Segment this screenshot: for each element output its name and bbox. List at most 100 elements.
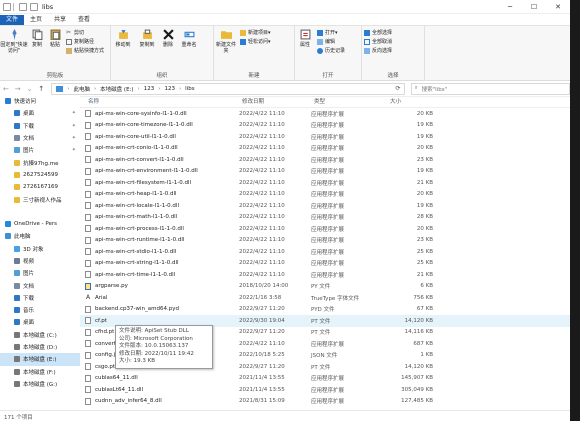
file-size: 23 KB — [416, 237, 433, 244]
file-row[interactable]: api-ms-win-crt-locale-l1-1-0.dll 2022/4/2… — [80, 200, 570, 212]
up-button[interactable]: ↑ — [35, 85, 47, 93]
sidebar-item[interactable]: 桌面 — [0, 316, 80, 328]
paste-shortcut-button[interactable]: 粘贴快捷方式 — [66, 47, 104, 54]
file-row[interactable]: cudnn_adv_infer64_8.dll 2021/8/31 15:09 应用… — [80, 396, 570, 408]
select-none-button[interactable]: 全部取消 — [364, 38, 392, 45]
sidebar-item[interactable]: 本地磁盘 (E:) — [0, 353, 80, 366]
forward-button[interactable]: → — [12, 85, 24, 93]
column-header-type[interactable]: 类型 — [312, 97, 384, 105]
star-icon — [5, 98, 11, 105]
column-header-date[interactable]: 修改日期 — [240, 97, 312, 105]
file-type: 应用程序扩展 — [311, 261, 345, 268]
sidebar-item[interactable]: 文档 — [0, 279, 80, 291]
breadcrumb-this-pc[interactable]: 此电脑 — [73, 85, 90, 93]
file-row[interactable]: api-ms-win-crt-process-l1-1-0.dll 2022/4/… — [80, 223, 570, 235]
breadcrumb-123[interactable]: 123 — [144, 86, 155, 92]
sidebar-item[interactable]: 快速访问 — [0, 95, 80, 107]
sidebar-item[interactable]: 文档 ✦ — [0, 132, 80, 144]
file-row[interactable]: api-ms-win-crt-math-l1-1-0.dll 2022/4/22 … — [80, 212, 570, 224]
back-button[interactable]: ← — [0, 85, 12, 93]
sidebar-item[interactable]: 2627524599 — [0, 169, 80, 181]
file-row[interactable]: api-ms-win-crt-stdio-l1-1-0.dll 2022/4/22… — [80, 246, 570, 258]
sidebar-item[interactable]: 本地磁盘 (F:) — [0, 366, 80, 378]
breadcrumb-drive-e[interactable]: 本地磁盘 (E:) — [100, 85, 133, 93]
minimize-button[interactable]: ─ — [498, 3, 522, 11]
file-name: api-ms-win-crt-stdio-l1-1-0.dll — [95, 248, 177, 255]
file-name-cell: cudnn_adv_infer64_8.dll — [80, 397, 237, 405]
file-row[interactable]: cublasLt64_11.dll 2021/11/4 13:55 应用程序扩展 30… — [80, 384, 570, 396]
file-row[interactable]: api-ms-win-core-util-l1-1-0.dll 2022/4/22… — [80, 131, 570, 143]
refresh-icon[interactable]: ⟳ — [396, 85, 401, 92]
file-row[interactable]: api-ms-win-crt-convert-l1-1-0.dll 2022/4/… — [80, 154, 570, 166]
new-folder-icon[interactable] — [30, 2, 38, 11]
sidebar-item[interactable]: 图片 — [0, 267, 80, 279]
sidebar-item[interactable]: 本地磁盘 (C:) — [0, 329, 80, 341]
file-row[interactable]: api-ms-win-crt-filesystem-l1-1-0.dll 2022… — [80, 177, 570, 189]
breadcrumb-123-sub[interactable]: 123 — [164, 86, 175, 92]
file-name: api-ms-win-crt-environment-l1-1-0.dll — [95, 168, 198, 175]
file-row[interactable]: api-ms-win-core-sysinfo-l1-1-0.dll 2022/4… — [80, 108, 570, 120]
edit-button[interactable]: 编辑 — [317, 38, 345, 45]
history-button[interactable]: 历史记录 — [317, 47, 345, 54]
file-name: api-ms-win-core-sysinfo-l1-1-0.dll — [95, 110, 187, 117]
file-row[interactable]: api-ms-win-crt-heap-l1-1-0.dll 2022/4/22 … — [80, 189, 570, 201]
tab-home[interactable]: 主页 — [24, 15, 48, 25]
breadcrumb-separator: › — [137, 85, 140, 92]
ribbon: 固定到"快速访问" 复制 粘贴 ✂剪切 复制路径 粘贴快捷方式 剪贴板 移动到 — [0, 25, 570, 81]
sidebar-item-label: 下载 — [23, 123, 35, 130]
close-button[interactable]: ✕ — [546, 3, 570, 11]
file-type: 应用程序扩展 — [311, 111, 345, 118]
file-row[interactable]: api-ms-win-crt-conio-l1-1-0.dll 2022/4/22… — [80, 143, 570, 155]
file-row[interactable]: cublas64_11.dll 2021/11/4 13:55 应用程序扩展 145,… — [80, 373, 570, 385]
dll-file-icon — [85, 144, 91, 152]
select-group-label: 选择 — [387, 73, 399, 79]
maximize-button[interactable]: ☐ — [522, 3, 546, 11]
tab-view[interactable]: 查看 — [72, 15, 96, 25]
sidebar-item[interactable]: 图片 ✦ — [0, 144, 80, 156]
sidebar-item[interactable]: 抗揍97hg.me — [0, 156, 80, 168]
invert-selection-button[interactable]: 反向选择 — [364, 47, 392, 54]
file-row[interactable]: api-ms-win-crt-environment-l1-1-0.dll 202… — [80, 166, 570, 178]
file-row[interactable]: api-ms-win-crt-time-l1-1-0.dll 2022/4/22 … — [80, 269, 570, 281]
sidebar-item[interactable]: 此电脑 — [0, 230, 80, 242]
open-button[interactable]: 打开 ▾ — [317, 29, 345, 36]
sidebar-item[interactable]: 视频 — [0, 255, 80, 267]
sidebar-item[interactable]: 下载 — [0, 292, 80, 304]
breadcrumb-libs[interactable]: libs — [185, 86, 194, 92]
dll-file-icon — [85, 271, 91, 279]
file-row[interactable]: A Arial 2022/1/16 3:58 TrueType 字体文件 756 KB — [80, 292, 570, 304]
file-row[interactable]: api-ms-win-crt-string-l1-1-0.dll 2022/4/2… — [80, 258, 570, 270]
copy-path-button[interactable]: 复制路径 — [66, 38, 104, 45]
quick-access-icon[interactable] — [19, 2, 27, 11]
recent-locations-button[interactable]: ⌄ — [24, 85, 36, 93]
clipboard-group-label: 剪贴板 — [46, 73, 64, 79]
file-size: 25 KB — [416, 248, 433, 255]
sidebar-item[interactable]: 桌面 ✦ — [0, 107, 80, 119]
tab-file[interactable]: 文件 — [0, 15, 25, 25]
file-row[interactable]: backend.cp37-win_amd64.pyd 2022/9/27 11:2… — [80, 304, 570, 316]
sidebar-item[interactable]: 音乐 — [0, 304, 80, 316]
sidebar-item[interactable]: 本地磁盘 (D:) — [0, 341, 80, 353]
search-input[interactable]: ⌕ 搜索"libs" — [410, 82, 570, 95]
edit-label: 编辑 — [325, 39, 336, 45]
sidebar-item[interactable]: 三寸新视人作品 — [0, 193, 80, 205]
address-bar[interactable]: › 此电脑 › 本地磁盘 (E:) › 123 › 123 › libs ⟳ — [51, 82, 405, 95]
sidebar-item-label: 桌面 — [23, 111, 35, 118]
column-header-size[interactable]: 大小 — [384, 97, 442, 105]
tab-share[interactable]: 共享 — [48, 15, 72, 25]
file-row[interactable]: api-ms-win-crt-runtime-l1-1-0.dll 2022/4/… — [80, 235, 570, 247]
sidebar-item[interactable]: 2726167169 — [0, 181, 80, 193]
sidebar-item[interactable]: OneDrive - Pers — [0, 218, 80, 230]
file-row[interactable]: argparse.py 2018/10/20 14:00 PY 文件 6 KB — [80, 281, 570, 293]
drive-icon — [14, 356, 20, 363]
easy-access-button[interactable]: 轻松访问 ▾ — [240, 38, 271, 45]
cut-button[interactable]: ✂ 剪切 — [66, 29, 104, 36]
sidebar-item[interactable]: 下载 ✦ — [0, 120, 80, 132]
select-all-button[interactable]: 全部选择 — [364, 29, 392, 36]
file-row[interactable]: api-ms-win-core-timezone-l1-1-0.dll 2022/… — [80, 120, 570, 132]
sidebar-item[interactable]: 3D 对象 — [0, 243, 80, 255]
new-item-button[interactable]: 新建项目 ▾ — [240, 29, 271, 36]
sidebar-item[interactable]: 本地磁盘 (G:) — [0, 378, 80, 390]
select-none-label: 全部取消 — [372, 39, 393, 45]
column-header-name[interactable]: 名称 — [80, 97, 240, 105]
